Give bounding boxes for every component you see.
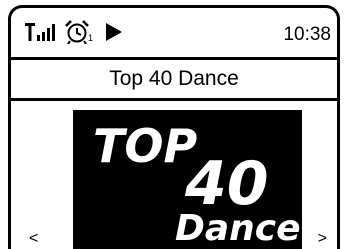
station-logo-art: TOP 40 Dance xyxy=(93,119,301,249)
next-station-arrow[interactable]: > xyxy=(318,230,327,248)
station-logo: TOP 40 Dance xyxy=(73,110,302,249)
station-title: Top 40 Dance xyxy=(11,57,337,101)
station-name: Top 40 Dance xyxy=(109,67,239,90)
status-bar: 1 10:38 xyxy=(11,8,337,57)
previous-station-arrow[interactable]: < xyxy=(29,230,38,248)
play-icon xyxy=(106,23,122,41)
signal-strength-icon xyxy=(25,23,55,41)
logo-dance-text: Dance xyxy=(175,208,301,249)
clock: 10:38 xyxy=(283,24,331,45)
alarm-clock-icon xyxy=(65,20,89,44)
alarm-number: 1 xyxy=(88,33,94,43)
radio-display: 1 10:38 Top 40 Dance TOP 40 Dance < > xyxy=(8,5,340,249)
logo-top-text: TOP xyxy=(93,119,197,173)
